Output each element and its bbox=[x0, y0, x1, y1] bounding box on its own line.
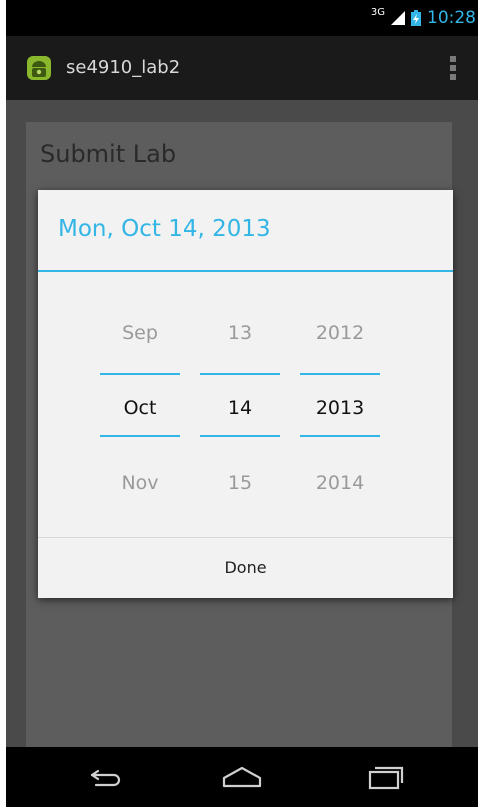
day-next[interactable]: 15 bbox=[200, 472, 280, 494]
status-icons: 3G 10:28 bbox=[371, 0, 478, 36]
day-prev[interactable]: 13 bbox=[200, 322, 280, 344]
date-picker-dialog: Mon, Oct 14, 2013 Sep Oct Nov 13 14 15 2… bbox=[38, 190, 453, 598]
month-current[interactable]: Oct bbox=[100, 397, 180, 419]
year-current[interactable]: 2013 bbox=[300, 397, 380, 419]
status-clock: 10:28 bbox=[427, 8, 476, 28]
done-button[interactable]: Done bbox=[38, 538, 453, 598]
year-prev[interactable]: 2012 bbox=[300, 322, 380, 344]
day-divider-top bbox=[200, 373, 280, 375]
day-divider-bottom bbox=[200, 435, 280, 437]
status-bar: 3G 10:28 bbox=[6, 0, 478, 36]
action-bar: se4910_lab2 bbox=[6, 36, 478, 100]
year-picker[interactable]: 2012 2013 2014 bbox=[300, 272, 380, 537]
signal-icon bbox=[391, 11, 405, 25]
day-picker[interactable]: 13 14 15 bbox=[200, 272, 280, 537]
app-title: se4910_lab2 bbox=[66, 57, 181, 78]
year-divider-top bbox=[300, 373, 380, 375]
recent-apps-icon[interactable] bbox=[364, 762, 408, 792]
month-divider-bottom bbox=[100, 435, 180, 437]
dialog-title: Mon, Oct 14, 2013 bbox=[58, 216, 271, 242]
network-type-label: 3G bbox=[370, 6, 385, 18]
android-app-icon[interactable] bbox=[24, 53, 54, 83]
month-divider-top bbox=[100, 373, 180, 375]
year-divider-bottom bbox=[300, 435, 380, 437]
month-prev[interactable]: Sep bbox=[100, 322, 180, 344]
battery-icon bbox=[411, 10, 421, 26]
back-icon[interactable] bbox=[84, 762, 128, 792]
year-next[interactable]: 2014 bbox=[300, 472, 380, 494]
dialog-header: Mon, Oct 14, 2013 bbox=[38, 190, 453, 272]
overflow-menu-icon[interactable] bbox=[450, 54, 456, 82]
home-icon[interactable] bbox=[220, 762, 264, 792]
frame-edge-right bbox=[478, 0, 482, 807]
month-picker[interactable]: Sep Oct Nov bbox=[100, 272, 180, 537]
screen-title: Submit Lab bbox=[40, 140, 177, 168]
day-current[interactable]: 14 bbox=[200, 397, 280, 419]
month-next[interactable]: Nov bbox=[100, 472, 180, 494]
navigation-bar bbox=[6, 747, 478, 807]
